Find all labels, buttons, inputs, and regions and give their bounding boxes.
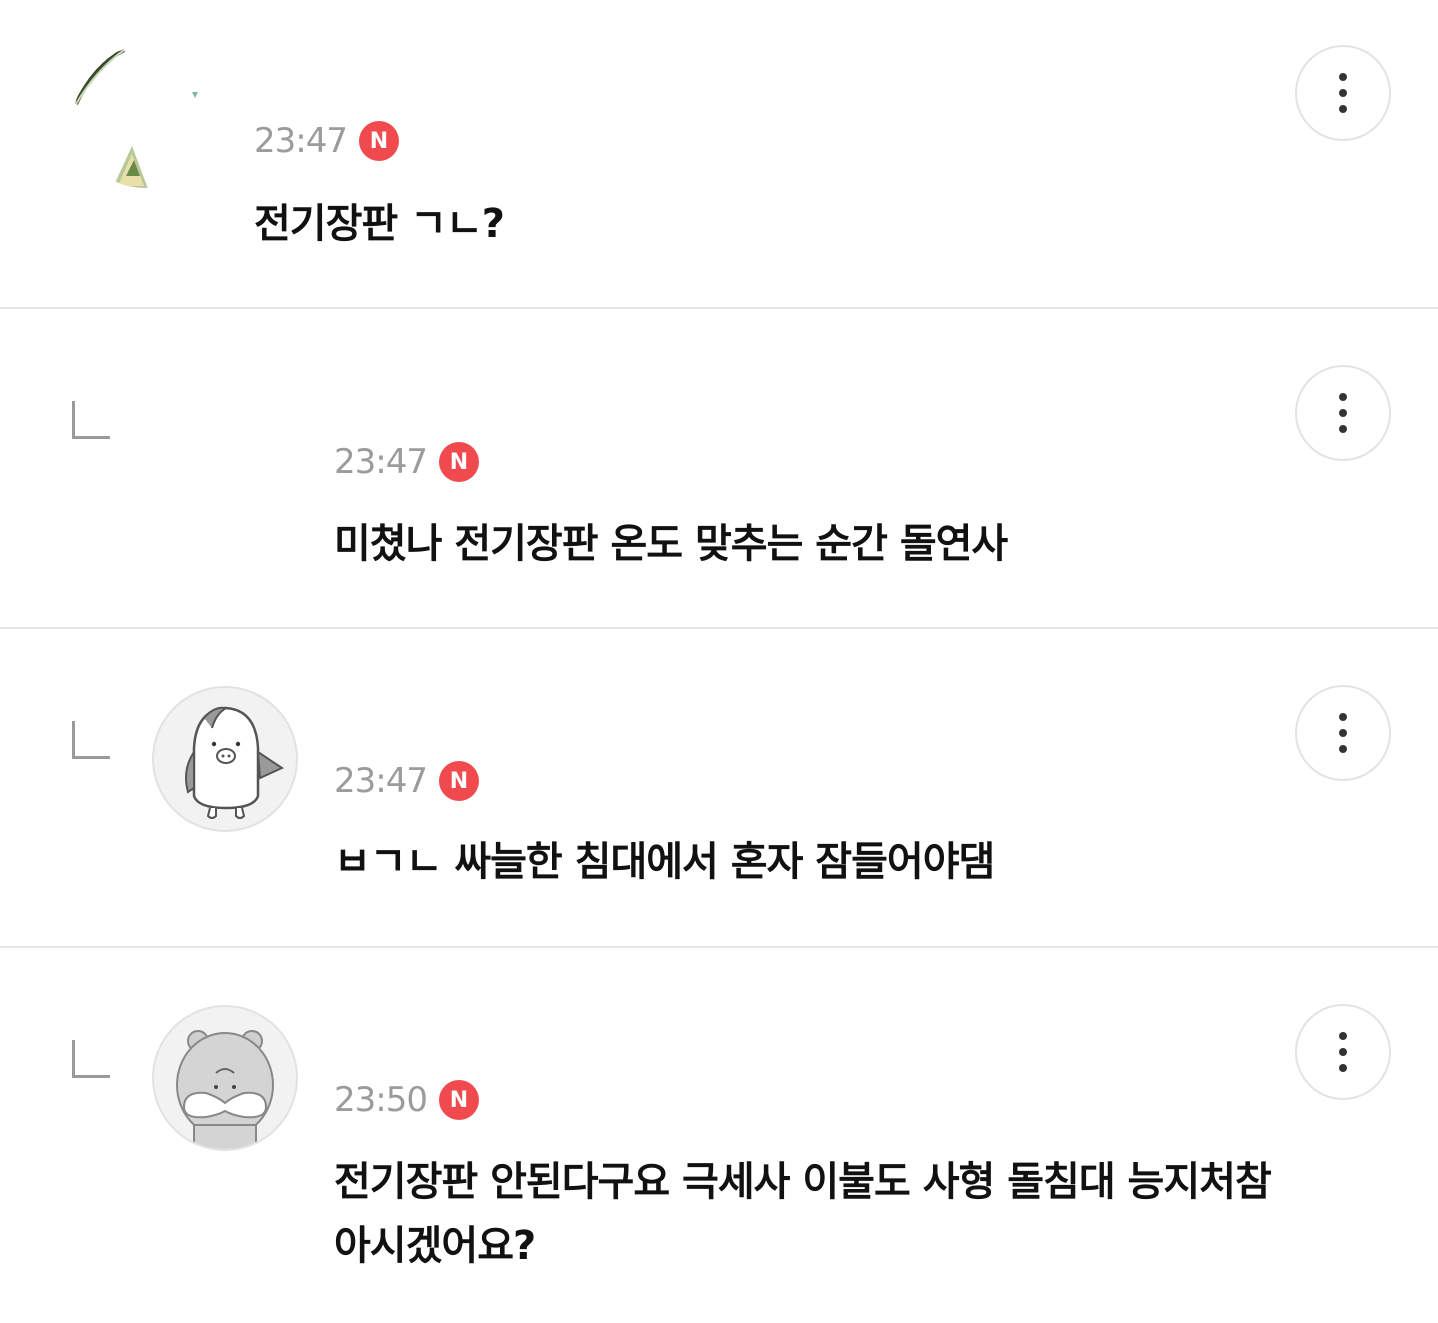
comment-text-line-2: 아시겠어요? (334, 1223, 536, 1269)
comment-time: 23:47 (334, 761, 428, 801)
avatar[interactable] (152, 1005, 298, 1151)
reply-arrow-icon (72, 401, 110, 439)
reply-arrow-icon (72, 1040, 110, 1078)
new-badge: N (438, 442, 479, 482)
comment-item: 23:47 N ㅂㄱㄴ 싸늘한 침대에서 혼자 잠들어야댐 (0, 629, 1438, 947)
more-vertical-icon (1339, 1032, 1347, 1072)
comment-time: 23:47 (254, 121, 348, 161)
more-options-button[interactable] (1295, 45, 1391, 141)
comment-text: 미쳤나 전기장판 온도 맞추는 순간 돌연사 (334, 521, 1008, 567)
comment-meta: 23:47 N (334, 439, 479, 485)
comment-time: 23:47 (334, 442, 428, 482)
comment-text: ㅂㄱㄴ 싸늘한 침대에서 혼자 잠들어야댐 (334, 839, 995, 885)
more-vertical-icon (1339, 393, 1347, 433)
more-options-button[interactable] (1295, 365, 1391, 461)
comment-item: 23:47 N 미쳤나 전기장판 온도 맞추는 순간 돌연사 (0, 309, 1438, 627)
comment-meta: 23:47 N (334, 758, 479, 804)
new-badge: N (358, 121, 399, 161)
comment-text-line-1: 전기장판 안된다구요 극세사 이불도 사형 돌침대 능지처참 (334, 1159, 1272, 1205)
avatar[interactable] (152, 686, 298, 832)
comment-meta: 23:50 N (334, 1077, 479, 1123)
comment-meta: 23:47 N (254, 118, 399, 164)
photo-avatar-icon (74, 48, 198, 188)
comment-item: 23:50 N 전기장판 안된다구요 극세사 이불도 사형 돌침대 능지처참 아… (0, 948, 1438, 1323)
more-options-button[interactable] (1295, 1004, 1391, 1100)
more-vertical-icon (1339, 713, 1347, 753)
penguin-avatar-icon (185, 706, 285, 819)
more-vertical-icon (1339, 73, 1347, 113)
reply-arrow-icon (72, 721, 110, 759)
comment-text: 전기장판 ㄱㄴ? (254, 201, 505, 247)
comment-item: 23:47 N 전기장판 ㄱㄴ? (0, 0, 1438, 307)
new-badge: N (438, 1080, 479, 1120)
new-badge: N (438, 761, 479, 801)
avatar[interactable] (72, 44, 218, 190)
comment-time: 23:50 (334, 1080, 428, 1120)
hamster-avatar-icon (176, 1030, 274, 1149)
more-options-button[interactable] (1295, 685, 1391, 781)
